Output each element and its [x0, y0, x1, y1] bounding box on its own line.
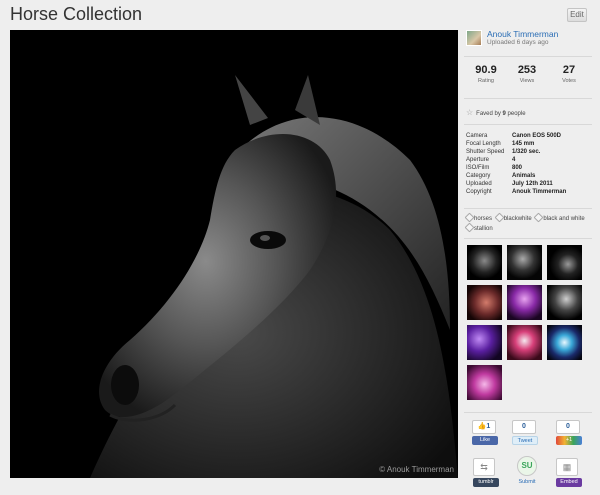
stat-label: Rating — [478, 78, 494, 84]
divider — [464, 208, 592, 209]
stat-views: 253 Views — [507, 64, 547, 84]
divider — [464, 56, 592, 57]
plusone-count: 0 — [556, 420, 580, 434]
share-buttons: 👍1 Like 0 Tweet 0 +1 ⇆ tumblr SU Submit … — [464, 420, 592, 490]
stats: 90.9 Rating 253 Views 27 Votes — [464, 64, 592, 90]
tweet-count: 0 — [512, 420, 536, 434]
exif-key: Uploaded — [466, 181, 492, 187]
exif-key: Focal Length — [466, 141, 501, 147]
main-photo[interactable]: © Anouk Timmerman — [10, 30, 458, 478]
avatar[interactable] — [466, 30, 482, 46]
tumblr-button[interactable]: ⇆ tumblr — [473, 458, 499, 487]
exif-key: Camera — [466, 133, 488, 139]
exif-value: Animals — [512, 173, 536, 179]
exif-key: Aperture — [466, 157, 490, 163]
divider — [464, 412, 592, 413]
tumblr-icon: ⇆ — [473, 458, 495, 476]
tag-list: horses blackwhite black and white stalli… — [466, 214, 592, 234]
exif-key: ISO/Film — [466, 165, 490, 171]
author-name-link[interactable]: Anouk Timmerman — [487, 29, 558, 39]
exif-value: Anouk Timmerman — [512, 189, 567, 195]
faved-by[interactable]: ☆ Faved by 9 people — [466, 108, 526, 117]
copyright-watermark: © Anouk Timmerman — [379, 465, 454, 474]
thumbnail[interactable] — [467, 285, 502, 320]
divider — [464, 238, 592, 239]
thumbnail[interactable] — [547, 325, 582, 360]
exif-value: 800 — [512, 165, 523, 171]
thumbnail[interactable] — [547, 285, 582, 320]
thumbnail[interactable] — [507, 245, 542, 280]
facebook-like-count: 👍1 — [472, 420, 496, 434]
page-title: Horse Collection — [10, 4, 143, 24]
thumbnail[interactable] — [467, 365, 502, 400]
uploaded-ago: Uploaded 6 days ago — [487, 39, 549, 46]
thumbnail[interactable] — [467, 325, 502, 360]
stumbleupon-icon: SU — [517, 456, 537, 476]
embed-label: Embed — [556, 478, 582, 487]
stumbleupon-label: Submit — [518, 479, 536, 485]
plusone-label: +1 — [556, 436, 582, 445]
thumbnail[interactable] — [467, 245, 502, 280]
exif-row: Shutter Speed 1/320 sec. — [466, 148, 592, 156]
edit-button[interactable]: Edit — [567, 8, 587, 22]
exif-value: 1/320 sec. — [512, 149, 541, 155]
faved-suffix: people — [505, 111, 526, 117]
embed-icon: ▦ — [556, 458, 578, 476]
exif-table: Camera Canon EOS 500D Focal Length 145 mm … — [466, 132, 592, 196]
stat-label: Views — [519, 78, 535, 84]
plusone-button[interactable]: 0 +1 — [556, 420, 582, 445]
facebook-like-label: Like — [472, 436, 498, 445]
stat-value: 27 — [562, 64, 576, 76]
exif-row: Category Animals — [466, 172, 592, 180]
exif-value: 145 mm — [512, 141, 535, 147]
exif-row: Aperture 4 — [466, 156, 592, 164]
exif-row: Uploaded July 12th 2011 — [466, 180, 592, 188]
embed-button[interactable]: ▦ Embed — [556, 458, 582, 487]
tag-stallion[interactable]: stallion — [466, 224, 493, 234]
exif-value: Canon EOS 500D — [512, 133, 562, 139]
stat-label: Votes — [562, 78, 576, 84]
faved-prefix: Faved by — [476, 111, 503, 117]
exif-row: Focal Length 145 mm — [466, 140, 592, 148]
tag-blackwhite[interactable]: blackwhite — [496, 214, 532, 224]
stumbleupon-button[interactable]: SU Submit — [514, 456, 540, 487]
thumbnail[interactable] — [507, 325, 542, 360]
author-info: Anouk Timmerman Uploaded 6 days ago — [464, 28, 592, 50]
exif-key: Shutter Speed — [466, 149, 505, 155]
stat-votes: 27 Votes — [549, 64, 589, 84]
tweet-button[interactable]: 0 Tweet — [512, 420, 538, 445]
thumbnail[interactable] — [547, 245, 582, 280]
facebook-like-button[interactable]: 👍1 Like — [472, 420, 498, 445]
stat-value: 253 — [517, 64, 537, 76]
tumblr-label: tumblr — [473, 478, 499, 487]
star-icon: ☆ — [466, 108, 474, 117]
stat-value: 90.9 — [475, 64, 497, 76]
thumbnail[interactable] — [507, 285, 542, 320]
stat-rating: 90.9 Rating — [466, 64, 506, 84]
divider — [464, 98, 592, 99]
exif-value: July 12th 2011 — [512, 181, 553, 187]
exif-row: ISO/Film 800 — [466, 164, 592, 172]
exif-key: Category — [466, 173, 491, 179]
exif-row: Copyright Anouk Timmerman — [466, 188, 592, 196]
divider — [464, 124, 592, 125]
exif-value: 4 — [512, 157, 516, 163]
facebook-count-value: 1 — [486, 423, 491, 430]
horse-photo-image — [10, 30, 458, 478]
exif-key: Copyright — [466, 189, 492, 195]
tag-black-and-white[interactable]: black and white — [535, 214, 584, 224]
exif-row: Camera Canon EOS 500D — [466, 132, 592, 140]
tweet-label: Tweet — [512, 436, 538, 445]
